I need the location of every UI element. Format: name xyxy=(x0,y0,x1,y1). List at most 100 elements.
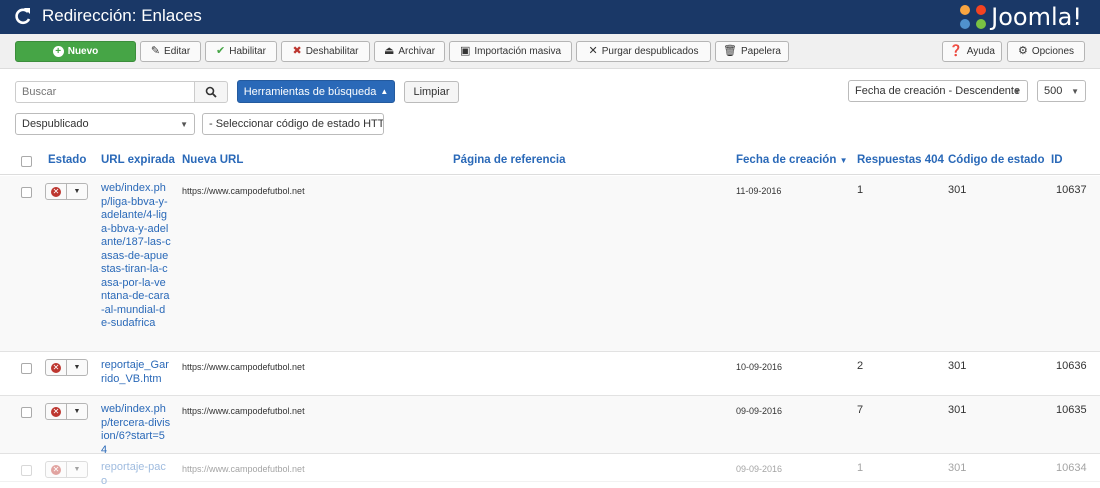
unpublished-icon[interactable]: ✕ xyxy=(46,404,67,419)
purge-button[interactable]: ✕ Purgar despublicados xyxy=(576,41,711,62)
edit-icon: ✎ xyxy=(150,45,161,57)
row-checkbox[interactable] xyxy=(21,187,32,198)
bulk-import-button[interactable]: ▣ Importación masiva xyxy=(449,41,572,62)
times-circle-icon: ✖ xyxy=(292,45,302,57)
limit-select-value: 500 xyxy=(1044,85,1063,97)
select-all-checkbox[interactable] xyxy=(21,156,32,167)
options-button[interactable]: ⚙ Opciones xyxy=(1007,41,1085,62)
unpublished-icon[interactable]: ✕ xyxy=(46,184,67,199)
table-row: ✕ ▼ reportaje_Garrido_VB.htm https://www… xyxy=(0,352,1100,396)
caret-down-icon[interactable]: ▼ xyxy=(67,360,87,375)
column-new-url[interactable]: Nueva URL xyxy=(182,154,243,166)
old-url-link[interactable]: web/index.php/liga-bbva-y-adelante/4-lig… xyxy=(101,182,171,331)
hits-count: 1 xyxy=(857,184,864,196)
delete-icon: ✕ xyxy=(588,45,598,57)
table-row: ✕ ▼ web/index.php/tercera-division/6?sta… xyxy=(0,396,1100,457)
http-code-filter-value: - Seleccionar código de estado HTTP xyxy=(209,118,384,130)
row-checkbox[interactable] xyxy=(21,465,32,476)
chevron-down-icon: ▼ xyxy=(1013,87,1021,96)
table-row: ✕ ▼ web/index.php/liga-bbva-y-adelante/4… xyxy=(0,176,1100,352)
joomla-logo[interactable]: Joomla! xyxy=(958,3,1082,31)
new-button-label: Nuevo xyxy=(67,46,99,57)
new-url: https://www.campodefutbol.net xyxy=(182,186,305,196)
status-code: 301 xyxy=(948,404,967,416)
caret-up-icon: ▲ xyxy=(380,87,389,96)
enable-button[interactable]: ✔ Habilitar xyxy=(205,41,277,62)
column-created-label: Fecha de creación xyxy=(736,154,837,166)
created-date: 11-09-2016 xyxy=(736,186,782,196)
disable-button-label: Deshabilitar xyxy=(305,46,359,57)
old-url-link[interactable]: web/index.php/tercera-division/6?start=5… xyxy=(101,403,171,457)
caret-down-icon[interactable]: ▼ xyxy=(67,462,87,477)
state-filter-select[interactable]: Despublicado ▼ xyxy=(15,113,195,135)
chevron-down-icon: ▼ xyxy=(1071,87,1079,96)
column-old-url[interactable]: URL expirada xyxy=(101,154,175,166)
state-filter-value: Despublicado xyxy=(22,118,89,130)
column-code[interactable]: Código de estado xyxy=(948,154,1044,166)
row-id: 10635 xyxy=(1056,404,1087,416)
app-header: Redirección: Enlaces Joomla! xyxy=(0,0,1100,34)
sort-select[interactable]: Fecha de creación - Descendente ▼ xyxy=(848,80,1028,102)
trash-icon: 🗑 xyxy=(723,45,737,57)
question-circle-icon: ❓ xyxy=(949,45,963,57)
joomla-logo-icon xyxy=(960,5,987,29)
trash-button-label: Papelera xyxy=(740,46,781,57)
disable-button[interactable]: ✖ Deshabilitar xyxy=(281,41,370,62)
new-url: https://www.campodefutbol.net xyxy=(182,406,305,416)
row-checkbox[interactable] xyxy=(21,407,32,418)
column-hits[interactable]: Respuestas 404 xyxy=(857,154,944,166)
caret-down-icon[interactable]: ▼ xyxy=(67,184,87,199)
new-button[interactable]: + Nuevo xyxy=(15,41,136,62)
new-url: https://www.campodefutbol.net xyxy=(182,464,305,474)
status-toggle[interactable]: ✕ ▼ xyxy=(45,461,88,478)
table-row: ✕ ▼ reportaje-paco https://www.campodefu… xyxy=(0,454,1100,487)
status-code: 301 xyxy=(948,184,967,196)
caret-down-icon[interactable]: ▼ xyxy=(67,404,87,419)
enable-button-label: Habilitar xyxy=(229,46,266,57)
row-id: 10634 xyxy=(1056,462,1087,474)
old-url-link[interactable]: reportaje-paco xyxy=(101,461,171,488)
new-url: https://www.campodefutbol.net xyxy=(182,362,305,372)
column-status[interactable]: Estado xyxy=(48,154,86,166)
hits-count: 1 xyxy=(857,462,864,474)
clear-button[interactable]: Limpiar xyxy=(404,81,459,103)
chevron-down-icon: ▼ xyxy=(180,120,188,129)
search-tools-button[interactable]: Herramientas de búsqueda ▲ xyxy=(237,80,395,103)
check-icon: ✔ xyxy=(216,45,226,57)
toolbar: + Nuevo ✎ Editar ✔ Habilitar ✖ Deshabili… xyxy=(0,34,1100,69)
column-referer[interactable]: Página de referencia xyxy=(453,154,566,166)
status-code: 301 xyxy=(948,360,967,372)
limit-select[interactable]: 500 ▼ xyxy=(1037,80,1086,102)
created-date: 09-09-2016 xyxy=(736,464,783,474)
joomla-logo-text: Joomla! xyxy=(991,3,1082,31)
status-toggle[interactable]: ✕ ▼ xyxy=(45,359,88,376)
unpublished-icon[interactable]: ✕ xyxy=(46,462,67,477)
archive-button[interactable]: ⏏ Archivar xyxy=(374,41,445,62)
archive-icon: ⏏ xyxy=(383,45,395,57)
status-toggle[interactable]: ✕ ▼ xyxy=(45,403,88,420)
unpublished-icon[interactable]: ✕ xyxy=(46,360,67,375)
search-tools-label: Herramientas de búsqueda xyxy=(243,85,377,98)
column-created[interactable]: Fecha de creación ▼ xyxy=(736,154,847,166)
edit-button-label: Editar xyxy=(164,46,191,57)
help-button[interactable]: ❓ Ayuda xyxy=(942,41,1002,62)
search-button[interactable] xyxy=(194,81,228,103)
gear-icon: ⚙ xyxy=(1017,45,1028,57)
row-id: 10637 xyxy=(1056,184,1087,196)
http-code-filter-select[interactable]: - Seleccionar código de estado HTTP xyxy=(202,113,384,135)
sort-desc-icon: ▼ xyxy=(839,156,848,165)
hits-count: 7 xyxy=(857,404,864,416)
row-checkbox[interactable] xyxy=(21,363,32,374)
archive-button-label: Archivar xyxy=(398,46,436,57)
created-date: 10-09-2016 xyxy=(736,362,783,372)
search-input[interactable] xyxy=(15,81,195,103)
status-toggle[interactable]: ✕ ▼ xyxy=(45,183,88,200)
trash-button[interactable]: 🗑 Papelera xyxy=(715,41,789,62)
plus-icon: + xyxy=(52,46,64,57)
column-id[interactable]: ID xyxy=(1051,154,1063,166)
help-button-label: Ayuda xyxy=(966,46,995,57)
old-url-link[interactable]: reportaje_Garrido_VB.htm xyxy=(101,359,171,386)
table-header: Estado URL expirada Nueva URL Página de … xyxy=(0,147,1100,175)
edit-button[interactable]: ✎ Editar xyxy=(140,41,201,62)
bulk-import-button-label: Importación masiva xyxy=(474,46,562,57)
